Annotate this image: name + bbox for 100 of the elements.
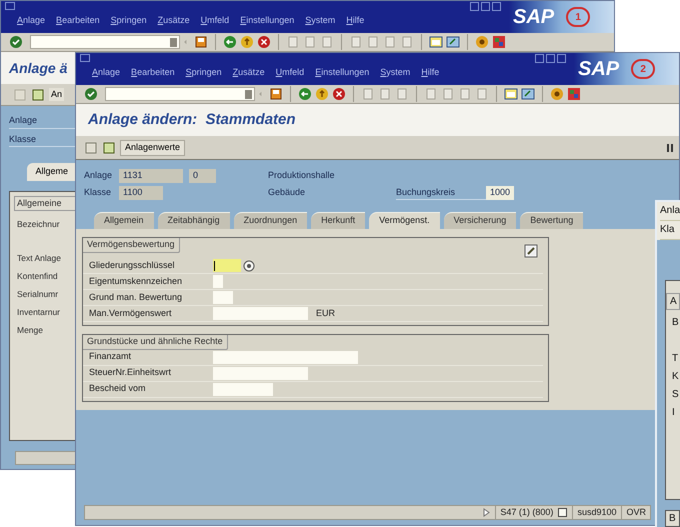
field-label: Inventarnur [17, 306, 61, 319]
input-field[interactable] [213, 366, 308, 380]
back-icon[interactable] [298, 87, 312, 101]
field-label: Eigentumskennzeichen [89, 274, 184, 288]
field-label: Gliederungsschlüssel [89, 258, 176, 272]
new-session-icon[interactable] [429, 35, 443, 49]
exit-icon[interactable] [240, 35, 254, 49]
save-icon[interactable] [269, 87, 283, 101]
menu-item[interactable]: Anlage [17, 14, 46, 28]
menu-item[interactable]: Springen [186, 66, 222, 80]
field-label: Anlage [84, 169, 114, 182]
menu-item[interactable]: Springen [110, 14, 147, 28]
menu-item[interactable]: Zusätze [158, 14, 190, 28]
input-field[interactable] [213, 382, 273, 396]
tab[interactable]: Bewertung [520, 212, 584, 229]
menu-item[interactable]: System [380, 66, 410, 80]
field-label: Text Anlage [17, 252, 62, 265]
exit-icon[interactable] [315, 87, 329, 101]
system-info: S47 (1) (800) [495, 506, 554, 520]
menu-item[interactable]: Bearbeiten [56, 14, 100, 28]
close-icon[interactable] [492, 2, 501, 11]
insert-mode: OVR [621, 506, 646, 520]
menu-item[interactable]: Zusätze [232, 66, 265, 80]
command-field[interactable] [30, 35, 180, 49]
menu-item[interactable]: Anlage [92, 66, 120, 80]
cancel-icon[interactable] [257, 35, 271, 49]
input-field: 1100 [119, 186, 163, 200]
field-label: T [672, 352, 680, 366]
asset-description: Produktionshalle [268, 169, 335, 182]
screen-title: Anlage ändern: Stammdaten [88, 110, 296, 130]
menu-item[interactable]: System [305, 14, 336, 28]
field-label: Bescheid vom [89, 382, 147, 396]
close-icon[interactable] [557, 54, 566, 63]
field-label: Gebäude [268, 186, 306, 199]
tab[interactable]: Vermögenst. [369, 212, 440, 229]
group-title: B [665, 510, 680, 527]
enter-icon[interactable] [9, 35, 23, 49]
field-label: B [672, 316, 680, 330]
tab[interactable]: Versicherung [444, 212, 516, 229]
pause-icon[interactable] [665, 142, 675, 152]
menu-item[interactable]: Umfeld [276, 66, 304, 80]
back-icon[interactable] [223, 35, 237, 49]
toolbar-button[interactable]: Anlagenwerte [120, 140, 186, 156]
field-label: I [672, 406, 676, 420]
sap-logo: SAP [578, 59, 620, 79]
sap-logo: SAP [513, 7, 554, 27]
new-session-icon[interactable] [504, 87, 518, 101]
group-title: A [666, 293, 680, 310]
dropdown-icon[interactable] [245, 90, 252, 98]
menu-item[interactable]: Einstellungen [315, 66, 370, 80]
tab[interactable]: Herkunft [311, 212, 366, 229]
input-field[interactable] [213, 307, 308, 320]
command-field[interactable] [105, 87, 255, 101]
field-label: Anla [660, 202, 680, 221]
value-help-icon[interactable] [243, 260, 255, 272]
document-icon[interactable] [31, 88, 45, 102]
shortcut-icon[interactable] [521, 87, 535, 101]
window-menu-icon[interactable] [80, 54, 90, 62]
menu-item[interactable]: Hilfe [421, 66, 440, 80]
window-number: 1 [566, 7, 590, 27]
help-icon[interactable] [475, 35, 489, 49]
tab[interactable]: Zeitabhängig [158, 212, 230, 229]
field-label: Grund man. Bewertung [89, 290, 184, 304]
field-label: Bezeichnur [17, 218, 61, 231]
input-field[interactable] [213, 350, 358, 364]
menu-item[interactable]: Hilfe [346, 14, 364, 28]
document-icon[interactable] [102, 140, 116, 154]
shortcut-icon[interactable] [446, 35, 460, 49]
tab[interactable]: Allgeme [27, 163, 76, 180]
input-field: 0 [189, 169, 216, 182]
field-label: K [672, 370, 680, 384]
input-field[interactable] [213, 291, 233, 304]
group-title: Grundstücke und ähnliche Rechte [83, 335, 228, 350]
currency-unit: EUR [316, 306, 336, 320]
window-menu-icon[interactable] [5, 2, 15, 10]
input-field[interactable] [213, 275, 223, 288]
dropdown-icon[interactable] [170, 38, 177, 46]
tab[interactable]: Allgemein [94, 212, 154, 229]
maximize-icon[interactable] [546, 54, 555, 63]
menu-item[interactable]: Umfeld [200, 14, 230, 28]
field-label: Kontenfind [17, 270, 59, 283]
toolbar-button[interactable]: An [49, 88, 64, 102]
minimize-icon[interactable] [535, 54, 544, 63]
maximize-icon[interactable] [481, 2, 490, 11]
tab[interactable]: Zuordnungen [234, 212, 308, 229]
field-label: Man.Vermögenswert [89, 306, 173, 320]
input-field[interactable] [213, 259, 241, 272]
menu-item[interactable]: Einstellungen [240, 14, 294, 28]
save-icon[interactable] [194, 35, 208, 49]
input-field: 1131 [119, 169, 183, 182]
help-icon[interactable] [550, 87, 564, 101]
triangle-icon[interactable] [483, 508, 490, 517]
minimize-icon[interactable] [470, 2, 479, 11]
edit-icon[interactable] [524, 244, 538, 258]
input-field: 1000 [486, 186, 514, 200]
enter-icon[interactable] [84, 87, 98, 101]
window-number: 2 [631, 59, 656, 79]
cancel-icon[interactable] [332, 87, 346, 101]
field-label: S [672, 388, 680, 402]
menu-item[interactable]: Bearbeiten [131, 66, 175, 80]
